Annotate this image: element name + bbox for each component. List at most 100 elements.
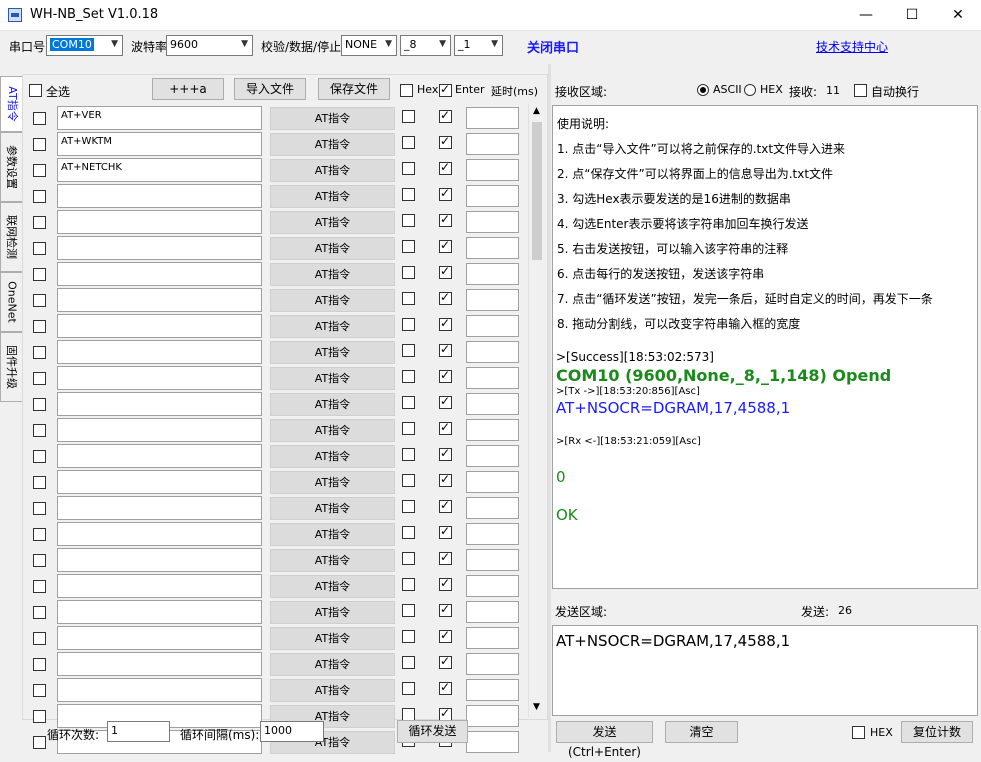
at-send-button[interactable]: AT指令	[270, 523, 395, 546]
at-send-button[interactable]: AT指令	[270, 445, 395, 468]
row-hex-checkbox[interactable]	[402, 396, 415, 409]
at-send-button[interactable]: AT指令	[270, 653, 395, 676]
at-send-button[interactable]: AT指令	[270, 237, 395, 260]
command-input[interactable]	[57, 626, 262, 650]
enter-all-checkbox[interactable]	[439, 82, 452, 97]
at-send-button[interactable]: AT指令	[270, 133, 395, 156]
command-input[interactable]: AT+WKTM	[57, 132, 262, 156]
row-enter-checkbox[interactable]	[439, 160, 452, 175]
select-all-checkbox[interactable]	[29, 84, 42, 97]
row-select-checkbox[interactable]	[33, 658, 46, 671]
command-input[interactable]: AT+VER	[57, 106, 262, 130]
row-select-checkbox[interactable]	[33, 320, 46, 333]
row-select-checkbox[interactable]	[33, 554, 46, 567]
auto-wrap-checkbox[interactable]	[854, 84, 867, 97]
row-hex-checkbox[interactable]	[402, 526, 415, 539]
delay-input[interactable]	[466, 705, 519, 727]
send-input[interactable]: AT+NSOCR=DGRAM,17,4588,1	[552, 625, 978, 716]
row-hex-checkbox[interactable]	[402, 110, 415, 123]
delay-input[interactable]	[466, 419, 519, 441]
at-send-button[interactable]: AT指令	[270, 263, 395, 286]
delay-input[interactable]	[466, 341, 519, 363]
row-enter-checkbox[interactable]	[439, 654, 452, 669]
hex-radio[interactable]	[744, 84, 756, 96]
row-select-checkbox[interactable]	[33, 632, 46, 645]
maximize-button[interactable]: ☐	[889, 0, 935, 31]
at-send-button[interactable]: AT指令	[270, 367, 395, 390]
delay-input[interactable]	[466, 445, 519, 467]
at-send-button[interactable]: AT指令	[270, 497, 395, 520]
scroll-up-icon[interactable]: ▲	[533, 106, 540, 116]
databits-select[interactable]: _8 ▼	[400, 35, 451, 56]
row-select-checkbox[interactable]	[33, 502, 46, 515]
row-select-checkbox[interactable]	[33, 294, 46, 307]
row-hex-checkbox[interactable]	[402, 292, 415, 305]
row-enter-checkbox[interactable]	[439, 108, 452, 123]
delay-input[interactable]	[466, 237, 519, 259]
row-enter-checkbox[interactable]	[439, 238, 452, 253]
delay-input[interactable]	[466, 471, 519, 493]
row-select-checkbox[interactable]	[33, 736, 46, 749]
at-send-button[interactable]: AT指令	[270, 289, 395, 312]
row-select-checkbox[interactable]	[33, 424, 46, 437]
panel-splitter[interactable]	[548, 64, 551, 752]
receive-area[interactable]: 使用说明: 1. 点击“导入文件”可以将之前保存的.txt文件导入进来 2. 点“保…	[552, 105, 978, 589]
row-select-checkbox[interactable]	[33, 684, 46, 697]
row-hex-checkbox[interactable]	[402, 604, 415, 617]
row-select-checkbox[interactable]	[33, 268, 46, 281]
row-select-checkbox[interactable]	[33, 242, 46, 255]
command-input[interactable]	[57, 262, 262, 286]
row-select-checkbox[interactable]	[33, 216, 46, 229]
clear-button[interactable]: 清空	[665, 721, 738, 743]
at-send-button[interactable]: AT指令	[270, 419, 395, 442]
send-button[interactable]: 发送(Ctrl+Enter)	[556, 721, 653, 759]
row-select-checkbox[interactable]	[33, 164, 46, 177]
row-hex-checkbox[interactable]	[402, 240, 415, 253]
tab-firmware[interactable]: 固件升级	[0, 332, 22, 402]
at-send-button[interactable]: AT指令	[270, 549, 395, 572]
row-enter-checkbox[interactable]	[439, 472, 452, 487]
delay-input[interactable]	[466, 523, 519, 545]
row-hex-checkbox[interactable]	[402, 266, 415, 279]
command-input[interactable]	[57, 600, 262, 624]
command-input[interactable]	[57, 470, 262, 494]
row-enter-checkbox[interactable]	[439, 342, 452, 357]
row-select-checkbox[interactable]	[33, 398, 46, 411]
row-select-checkbox[interactable]	[33, 190, 46, 203]
baud-select[interactable]: 9600 ▼	[166, 35, 253, 56]
row-hex-checkbox[interactable]	[402, 552, 415, 565]
row-select-checkbox[interactable]	[33, 450, 46, 463]
row-enter-checkbox[interactable]	[439, 186, 452, 201]
delay-input[interactable]	[466, 601, 519, 623]
at-send-button[interactable]: AT指令	[270, 315, 395, 338]
command-input[interactable]	[57, 574, 262, 598]
delay-input[interactable]	[466, 731, 519, 753]
delay-input[interactable]	[466, 211, 519, 233]
loop-send-button[interactable]: 循环发送	[397, 720, 468, 743]
at-send-button[interactable]: AT指令	[270, 627, 395, 650]
at-send-button[interactable]: AT指令	[270, 575, 395, 598]
row-enter-checkbox[interactable]	[439, 628, 452, 643]
row-select-checkbox[interactable]	[33, 528, 46, 541]
command-input[interactable]	[57, 184, 262, 208]
delay-input[interactable]	[466, 497, 519, 519]
loop-interval-input[interactable]: 1000	[260, 721, 324, 742]
command-input[interactable]	[57, 652, 262, 676]
at-send-button[interactable]: AT指令	[270, 107, 395, 130]
delay-input[interactable]	[466, 367, 519, 389]
command-input[interactable]	[57, 392, 262, 416]
row-hex-checkbox[interactable]	[402, 318, 415, 331]
row-hex-checkbox[interactable]	[402, 474, 415, 487]
import-file-button[interactable]: 导入文件	[234, 78, 306, 100]
command-input[interactable]	[57, 236, 262, 260]
delay-input[interactable]	[466, 393, 519, 415]
at-send-button[interactable]: AT指令	[270, 601, 395, 624]
save-file-button[interactable]: 保存文件	[318, 78, 390, 100]
command-input[interactable]	[57, 418, 262, 442]
loop-count-input[interactable]: 1	[107, 721, 170, 742]
at-send-button[interactable]: AT指令	[270, 159, 395, 182]
stopbits-select[interactable]: _1 ▼	[454, 35, 503, 56]
hex-all-checkbox[interactable]	[400, 84, 413, 97]
row-select-checkbox[interactable]	[33, 346, 46, 359]
parity-select[interactable]: NONE ▼	[341, 35, 397, 56]
